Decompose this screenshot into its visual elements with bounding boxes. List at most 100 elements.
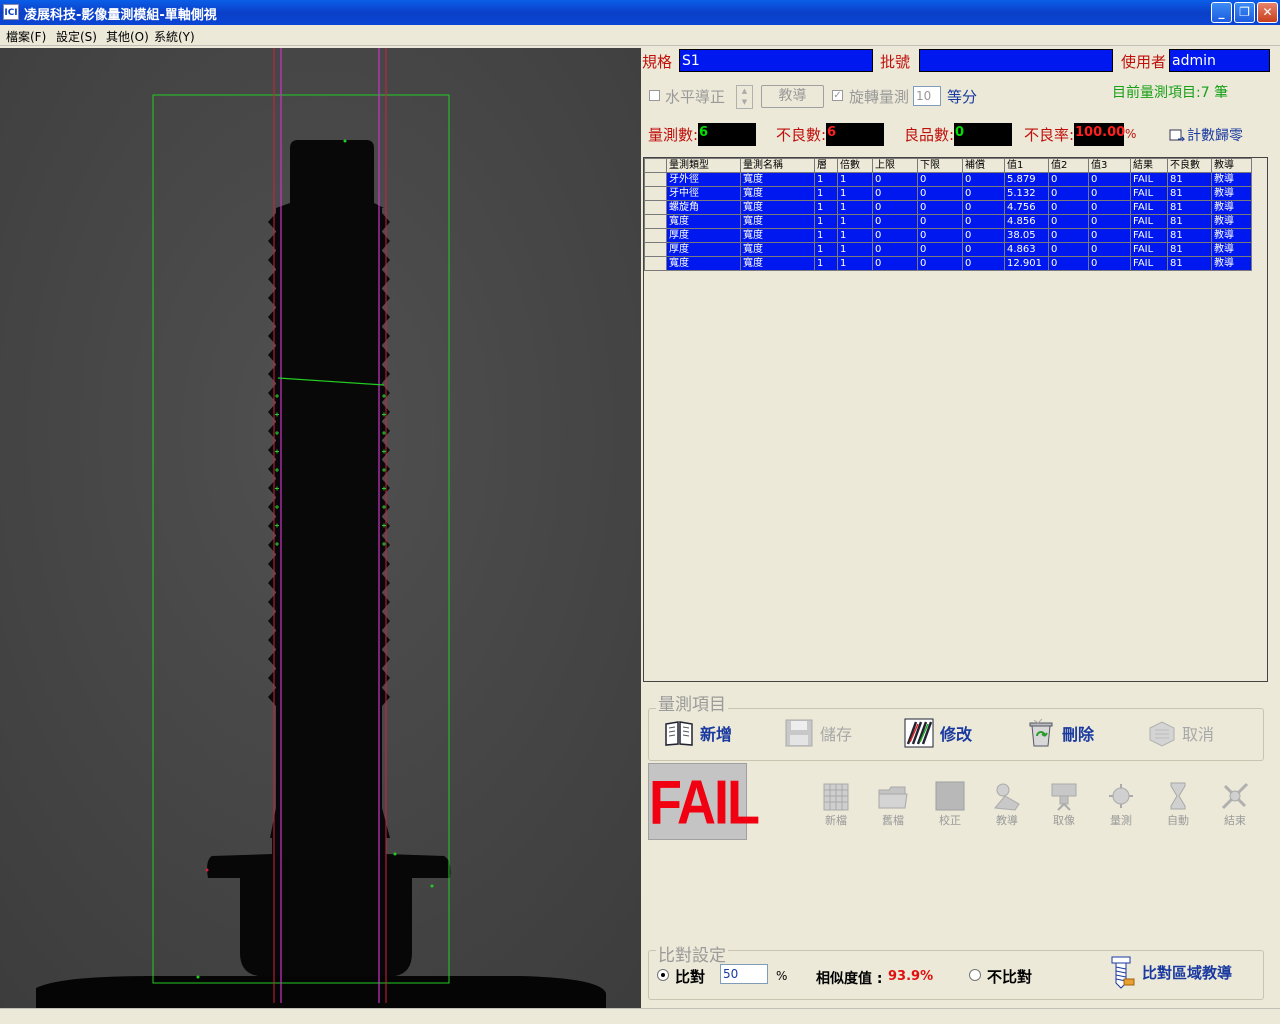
col-multiple[interactable]: 倍數 [837, 158, 873, 173]
table-row[interactable]: 厚度 寬度 1 1 0 0 0 4.863 0 0 FAIL 81 教導 [644, 242, 1252, 257]
table-cell[interactable]: 0 [1048, 228, 1089, 243]
table-cell[interactable]: 1 [814, 200, 838, 215]
tool-teach[interactable]: 教導 [987, 780, 1027, 828]
row-header[interactable] [644, 200, 667, 215]
table-cell[interactable]: 0 [917, 172, 963, 187]
row-header[interactable] [644, 256, 667, 271]
table-cell[interactable]: 牙外徑 [666, 172, 741, 187]
table-cell[interactable]: 0 [1088, 200, 1131, 215]
table-cell[interactable]: 0 [872, 172, 918, 187]
table-cell[interactable]: 0 [917, 228, 963, 243]
region-teach-button[interactable]: 比對區域教導 [1106, 955, 1232, 989]
menu-file[interactable]: 檔案(F) [6, 28, 46, 45]
table-cell[interactable]: 1 [814, 214, 838, 229]
compare-radio[interactable] [657, 969, 669, 981]
delete-item-button[interactable]: 刪除 [1026, 716, 1094, 750]
compare-threshold-input[interactable]: 50 [720, 964, 768, 984]
table-cell[interactable]: 0 [872, 200, 918, 215]
row-header[interactable] [644, 186, 667, 201]
table-cell[interactable]: 0 [1088, 172, 1131, 187]
table-cell[interactable]: 教導 [1211, 228, 1252, 243]
table-cell[interactable]: 寬度 [740, 228, 815, 243]
table-row[interactable]: 牙外徑 寬度 1 1 0 0 0 5.879 0 0 FAIL 81 教導 [644, 172, 1252, 187]
table-cell[interactable]: 0 [962, 172, 1005, 187]
table-cell[interactable]: 0 [872, 242, 918, 257]
table-cell[interactable]: 0 [1048, 214, 1089, 229]
table-cell[interactable]: 81 [1167, 200, 1212, 215]
row-header[interactable] [644, 228, 667, 243]
col-value1[interactable]: 值1 [1004, 158, 1049, 173]
table-cell[interactable]: 81 [1167, 186, 1212, 201]
table-cell[interactable]: 4.856 [1004, 214, 1049, 229]
table-cell[interactable]: 0 [1088, 256, 1131, 271]
table-cell[interactable]: 81 [1167, 256, 1212, 271]
edit-item-button[interactable]: 修改 [904, 716, 972, 750]
table-cell[interactable]: 寬度 [740, 186, 815, 201]
table-cell[interactable]: 0 [872, 186, 918, 201]
table-cell[interactable]: 0 [872, 256, 918, 271]
measurement-table[interactable]: 量測類型 量測名稱 層 倍數 上限 下限 補償 值1 值2 值3 結果 不良數 … [643, 157, 1268, 682]
col-value3[interactable]: 值3 [1088, 158, 1131, 173]
table-cell[interactable]: 4.863 [1004, 242, 1049, 257]
col-lower[interactable]: 下限 [917, 158, 963, 173]
table-cell[interactable]: 81 [1167, 172, 1212, 187]
no-compare-radio[interactable] [969, 969, 981, 981]
table-cell[interactable]: 0 [1048, 186, 1089, 201]
table-cell[interactable]: 1 [814, 256, 838, 271]
table-cell[interactable]: 寬度 [740, 200, 815, 215]
table-cell[interactable]: 0 [1048, 256, 1089, 271]
table-cell[interactable]: 0 [1088, 214, 1131, 229]
table-cell[interactable]: 教導 [1211, 172, 1252, 187]
close-icon[interactable]: ✕ [1257, 2, 1278, 23]
table-cell[interactable]: 0 [1088, 242, 1131, 257]
table-cell[interactable]: 0 [962, 214, 1005, 229]
table-cell[interactable]: 0 [1048, 172, 1089, 187]
table-cell[interactable]: 寬度 [740, 172, 815, 187]
table-cell[interactable]: 1 [837, 172, 873, 187]
col-layer[interactable]: 層 [814, 158, 838, 173]
table-cell[interactable]: 81 [1167, 242, 1212, 257]
col-value2[interactable]: 值2 [1048, 158, 1089, 173]
table-cell[interactable]: FAIL [1130, 172, 1168, 187]
table-cell[interactable]: 教導 [1211, 256, 1252, 271]
table-cell[interactable]: 0 [1088, 228, 1131, 243]
camera-viewport[interactable] [0, 48, 641, 1008]
table-cell[interactable]: 寬度 [740, 256, 815, 271]
table-cell[interactable]: 0 [872, 228, 918, 243]
tool-auto[interactable]: 自動 [1158, 780, 1198, 828]
table-cell[interactable]: 1 [837, 200, 873, 215]
table-cell[interactable]: 0 [962, 186, 1005, 201]
col-compensation[interactable]: 補償 [962, 158, 1005, 173]
row-header[interactable] [644, 172, 667, 187]
reset-count-button[interactable]: 計數歸零 [1169, 125, 1243, 145]
rotate-input[interactable]: 10 [913, 86, 941, 106]
table-cell[interactable]: 教導 [1211, 214, 1252, 229]
table-cell[interactable]: 0 [1088, 186, 1131, 201]
table-cell[interactable]: 寬度 [666, 256, 741, 271]
row-header[interactable] [644, 242, 667, 257]
table-cell[interactable]: 教導 [1211, 242, 1252, 257]
table-cell[interactable]: 38.05 [1004, 228, 1049, 243]
level-checkbox[interactable] [649, 90, 660, 101]
table-cell[interactable]: 81 [1167, 214, 1212, 229]
table-cell[interactable]: 81 [1167, 228, 1212, 243]
table-cell[interactable]: 0 [962, 256, 1005, 271]
table-cell[interactable]: 0 [962, 200, 1005, 215]
table-cell[interactable]: 1 [837, 256, 873, 271]
table-cell[interactable]: 1 [837, 186, 873, 201]
spec-field[interactable]: S1 [679, 49, 873, 72]
table-cell[interactable]: FAIL [1130, 214, 1168, 229]
table-cell[interactable]: 0 [1048, 200, 1089, 215]
table-row[interactable]: 螺旋角 寬度 1 1 0 0 0 4.756 0 0 FAIL 81 教導 [644, 200, 1252, 215]
table-cell[interactable]: FAIL [1130, 186, 1168, 201]
table-cell[interactable]: 寬度 [666, 214, 741, 229]
table-cell[interactable]: 5.879 [1004, 172, 1049, 187]
row-header[interactable] [644, 214, 667, 229]
tool-open-file[interactable]: 舊檔 [873, 780, 913, 828]
col-type[interactable]: 量測類型 [666, 158, 741, 173]
minimize-icon[interactable]: _ [1211, 2, 1232, 23]
table-cell[interactable]: 1 [814, 242, 838, 257]
col-teach[interactable]: 教導 [1211, 158, 1252, 173]
table-cell[interactable]: 0 [962, 242, 1005, 257]
table-cell[interactable]: 0 [917, 256, 963, 271]
